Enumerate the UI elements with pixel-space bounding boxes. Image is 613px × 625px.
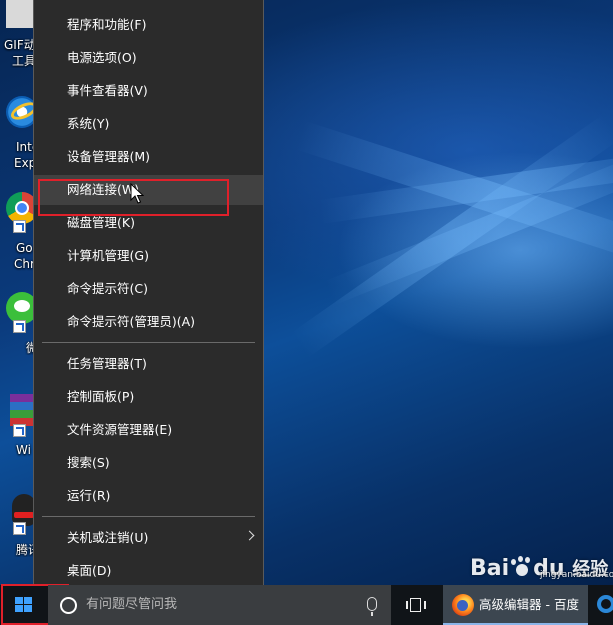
menu-item-command-prompt-admin[interactable]: 命令提示符(管理员)(A) [34, 307, 263, 337]
menu-item-command-prompt[interactable]: 命令提示符(C) [34, 274, 263, 304]
chevron-right-icon [244, 530, 255, 541]
taskbar-window-label: 高级编辑器 - 百度 [479, 597, 579, 612]
baidu-brand-text: Bai [470, 556, 510, 581]
search-box[interactable]: 有问题尽管问我 [48, 585, 391, 625]
taskbar-firefox-window[interactable]: 高级编辑器 - 百度 [443, 585, 588, 625]
menu-item-power-options[interactable]: 电源选项(O) [34, 43, 263, 73]
cortana-icon[interactable] [60, 597, 77, 614]
menu-item-shutdown-signout[interactable]: 关机或注销(U) [34, 523, 263, 553]
menu-item-device-manager[interactable]: 设备管理器(M) [34, 142, 263, 172]
wechat-bubble-icon [14, 300, 30, 312]
menu-item-task-manager[interactable]: 任务管理器(T) [34, 349, 263, 379]
baidu-paw-icon [509, 556, 533, 578]
qq-scarf-icon [14, 512, 34, 518]
edge-icon[interactable] [597, 595, 613, 613]
menu-item-run[interactable]: 运行(R) [34, 481, 263, 511]
mouse-cursor-icon [130, 183, 144, 204]
shortcut-arrow-icon [13, 220, 26, 233]
menu-item-label: 关机或注销(U) [67, 530, 149, 545]
shortcut-arrow-icon [13, 424, 26, 437]
menu-item-computer-management[interactable]: 计算机管理(G) [34, 241, 263, 271]
search-input[interactable]: 有问题尽管问我 [86, 585, 177, 625]
microphone-icon[interactable] [367, 597, 377, 616]
menu-item-programs-features[interactable]: 程序和功能(F) [34, 10, 263, 40]
firefox-icon [452, 594, 474, 616]
shortcut-arrow-icon [13, 522, 26, 535]
shortcut-arrow-icon [13, 320, 26, 333]
task-view-icon[interactable] [406, 598, 426, 612]
baidu-watermark-url: jingyan.baidu.com [540, 570, 613, 580]
power-user-menu: 程序和功能(F) 电源选项(O) 事件查看器(V) 系统(Y) 设备管理器(M)… [33, 0, 264, 595]
menu-item-desktop[interactable]: 桌面(D) [34, 556, 263, 586]
menu-item-control-panel[interactable]: 控制面板(P) [34, 382, 263, 412]
menu-item-system[interactable]: 系统(Y) [34, 109, 263, 139]
menu-item-file-explorer[interactable]: 文件资源管理器(E) [34, 415, 263, 445]
menu-item-event-viewer[interactable]: 事件查看器(V) [34, 76, 263, 106]
chrome-center-icon [15, 201, 29, 215]
menu-separator [42, 516, 255, 517]
menu-separator [42, 342, 255, 343]
menu-item-search[interactable]: 搜索(S) [34, 448, 263, 478]
